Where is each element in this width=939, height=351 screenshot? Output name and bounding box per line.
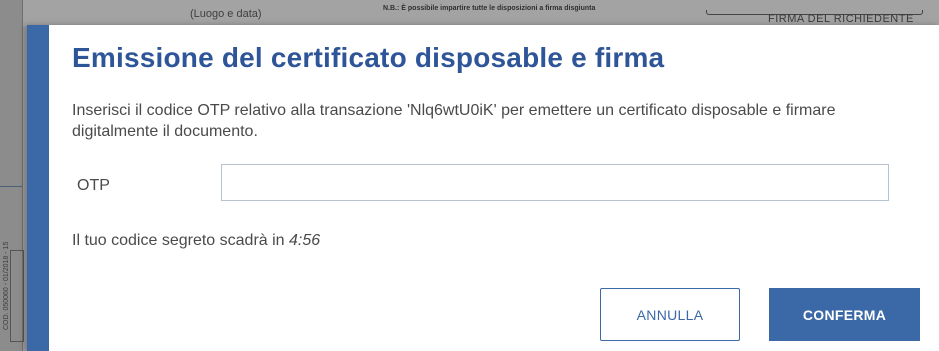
document-side-code: COD. 050060 - 01/2018 - 15 [3, 241, 10, 330]
otp-input[interactable] [221, 164, 889, 201]
cancel-button[interactable]: ANNULLA [600, 288, 740, 341]
document-rule [0, 186, 22, 187]
confirm-button[interactable]: CONFERMA [769, 288, 920, 341]
dialog-body: Emissione del certificato disposable e f… [49, 25, 939, 351]
expiry-countdown: 4:56 [289, 232, 321, 249]
dialog-accent-bar [27, 25, 49, 351]
document-signature-label: FIRMA DEL RICHIEDENTE [768, 13, 914, 25]
expiry-text: Il tuo codice segreto scadrà in [72, 232, 290, 249]
otp-label: OTP [77, 177, 110, 194]
expiry-notice: Il tuo codice segreto scadrà in 4:56 [72, 232, 320, 250]
document-box [10, 250, 24, 342]
document-place-date-label: (Luogo e data) [190, 8, 262, 20]
dialog-title: Emissione del certificato disposable e f… [72, 42, 665, 73]
document-note: N.B.: È possibile impartire tutte le dis… [383, 5, 596, 12]
dialog-description: Inserisci il codice OTP relativo alla tr… [72, 102, 836, 140]
